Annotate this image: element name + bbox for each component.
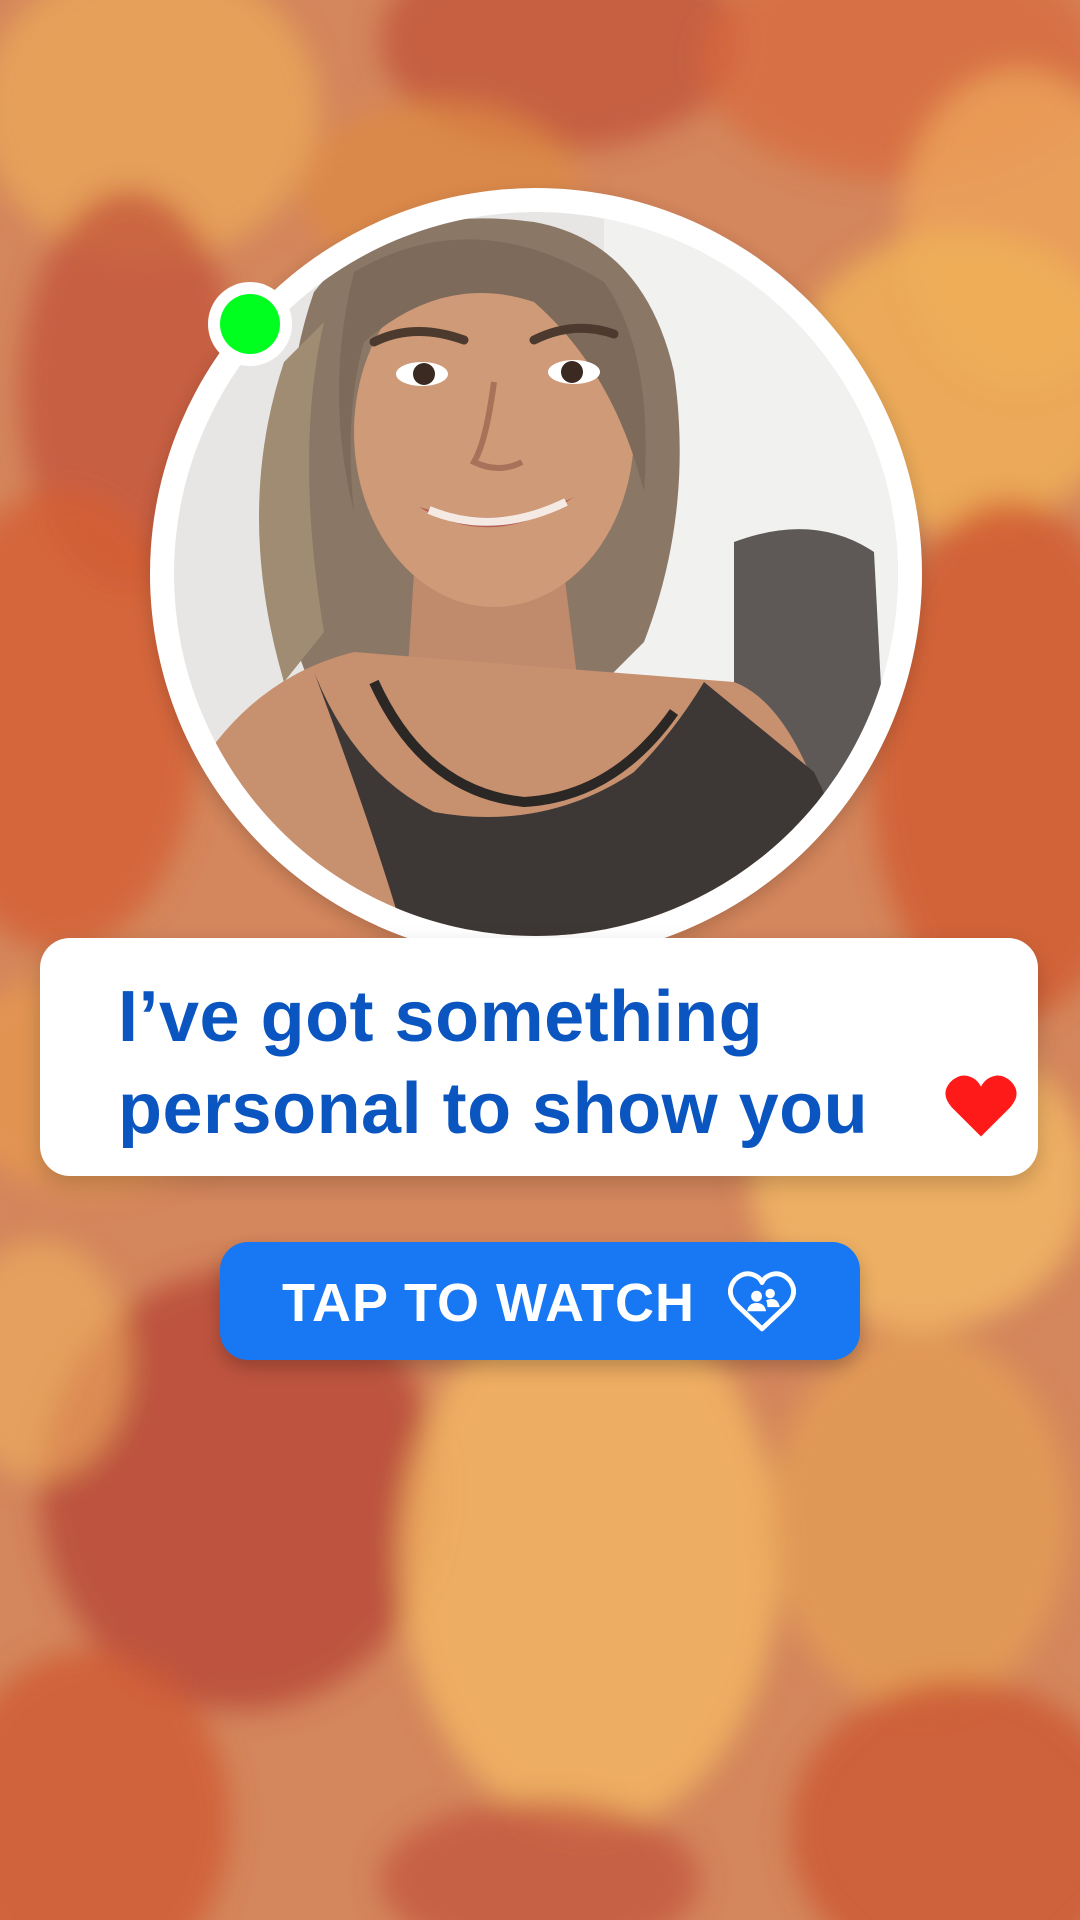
message-card: I’ve got something personal to show you <box>40 938 1038 1176</box>
message-text-line-1: I’ve got something <box>118 977 764 1057</box>
tap-to-watch-label: TAP TO WATCH <box>282 1273 695 1333</box>
screen: I’ve got something personal to show you … <box>0 0 1080 1920</box>
heart-icon <box>945 1075 1017 1137</box>
online-indicator-icon <box>220 294 280 354</box>
online-status-dot <box>208 282 292 366</box>
heart-with-people-icon <box>728 1271 796 1332</box>
message-text-line-2: personal to show you <box>118 1069 869 1149</box>
tap-to-watch-button[interactable]: TAP TO WATCH <box>220 1242 860 1360</box>
